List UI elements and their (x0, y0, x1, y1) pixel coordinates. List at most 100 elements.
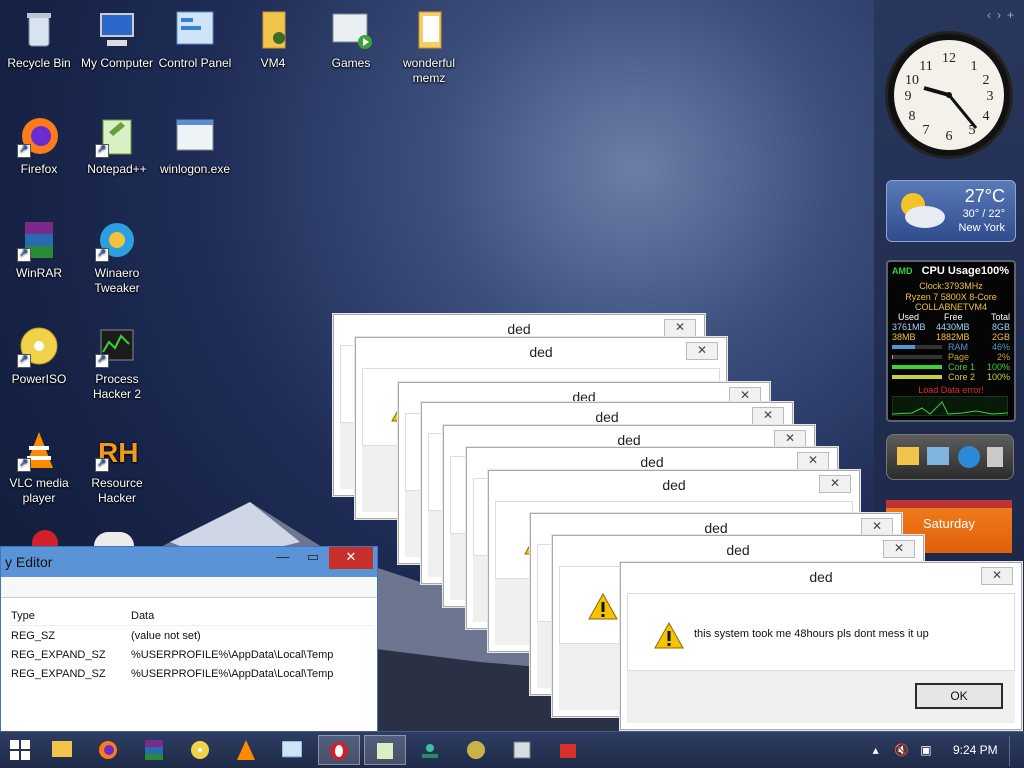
registry-editor-titlebar[interactable]: y Editor — ▭ ✕ (1, 547, 377, 577)
app-taskbar-icon[interactable] (458, 735, 494, 765)
svg-text:12: 12 (942, 51, 956, 66)
calendar-day: Saturday (922, 516, 976, 531)
table-row[interactable]: REG_EXPAND_SZ %USERPROFILE%\AppData\Loca… (9, 645, 373, 664)
dialog-message: this system took me 48hours pls dont mes… (694, 628, 929, 640)
poweriso-taskbar-icon[interactable] (182, 735, 218, 765)
close-button[interactable]: ✕ (329, 547, 373, 569)
recycle-bin-icon[interactable]: Recycle Bin (0, 8, 78, 71)
table-row[interactable]: REG_SZ (value not set) (9, 626, 373, 646)
dialog-close-button[interactable]: ✕ (664, 319, 696, 337)
partly-cloudy-icon (901, 193, 945, 228)
winlogon-exe-icon[interactable]: winlogon.exe (156, 114, 234, 177)
dialog-title: ded (662, 477, 686, 493)
column-header-type[interactable]: Type (9, 606, 129, 626)
dialog-body: this system took me 48hours pls dont mes… (627, 593, 1015, 723)
cpu-bar-value: 2% (996, 352, 1010, 362)
vlc-media-player-icon[interactable]: VLC media player (0, 428, 78, 506)
cpu-bar-value: 100% (986, 362, 1010, 372)
dialog-close-button[interactable]: ✕ (774, 430, 806, 448)
explorer-taskbar-icon[interactable] (44, 735, 80, 765)
start-button[interactable] (2, 735, 38, 765)
clock-face-icon: 12369 1245 781011 (905, 51, 994, 144)
cpu-bar-value: 46% (991, 342, 1010, 352)
games-icon[interactable]: Games (312, 8, 390, 71)
notepad-plus-plus-taskbar-icon[interactable] (364, 735, 406, 765)
cpu-title: CPU Usage (921, 265, 981, 277)
notepad-plus-plus-icon[interactable]: Notepad++ (78, 114, 156, 177)
dialog-close-button[interactable]: ✕ (883, 540, 915, 558)
table-header: Type Data (9, 606, 373, 626)
taskbar-clock[interactable]: 9:24 PM (953, 743, 998, 757)
winrar-taskbar-icon[interactable] (136, 735, 172, 765)
cpu-meter-gadget[interactable]: AMD CPU Usage100% Clock:3793MHz Ryzen 7 … (886, 260, 1016, 422)
dialog-close-button[interactable]: ✕ (752, 407, 784, 425)
cpu-graph (892, 396, 1008, 416)
firefox-icon[interactable]: Firefox (0, 114, 78, 177)
dialog-close-button[interactable]: ✕ (797, 452, 829, 470)
warning-icon (588, 593, 618, 620)
svg-text:6: 6 (946, 129, 953, 144)
registry-editor-window[interactable]: y Editor — ▭ ✕ Type Data REG_SZ (value n… (0, 546, 378, 736)
minimize-button[interactable]: — (269, 547, 297, 569)
winaero-tweaker-icon[interactable]: Winaero Tweaker (78, 218, 156, 296)
network-icon[interactable]: ▣ (920, 743, 931, 757)
my-computer-icon[interactable]: My Computer (78, 8, 156, 71)
up-arrow-partial-icon[interactable] (94, 532, 134, 546)
cpu-bar-fill (892, 365, 942, 369)
column-header-data[interactable]: Data (129, 606, 373, 626)
app-taskbar-icon[interactable] (550, 735, 586, 765)
dialog-close-button[interactable]: ✕ (819, 475, 851, 493)
dialog-close-button[interactable]: ✕ (686, 342, 718, 360)
cpu-bar-value: 100% (986, 372, 1010, 382)
cpu-error: Load Data error! (918, 385, 984, 395)
volume-muted-icon[interactable]: 🔇 (894, 743, 909, 757)
wonderful-memz-folder-icon[interactable]: wonderful memz (390, 8, 468, 86)
cpu-percent: 100% (980, 265, 1009, 277)
cpu-bar-label: Core 2 (948, 372, 976, 382)
dialog-close-button[interactable]: ✕ (861, 518, 893, 536)
svg-text:7: 7 (923, 123, 930, 138)
weather-range: 30° / 22° (962, 208, 1005, 220)
firefox-taskbar-icon[interactable] (90, 735, 126, 765)
ok-button[interactable]: OK (915, 683, 1003, 709)
opera-taskbar-icon[interactable] (318, 735, 360, 765)
address-bar[interactable] (1, 577, 377, 598)
app-taskbar-icon[interactable] (412, 735, 448, 765)
svg-text:10: 10 (905, 73, 919, 88)
dialog-title: ded (529, 344, 553, 360)
shortcut-arrow-icon (17, 246, 31, 262)
app-taskbar-icon[interactable] (504, 735, 540, 765)
poweriso-icon[interactable]: PowerISO (0, 324, 78, 387)
ded-dialog-front[interactable]: ded ✕ this system took me 48hours pls dont… (620, 562, 1022, 730)
show-hidden-icons[interactable]: ▴ (873, 743, 879, 757)
cpu-bar-fill (892, 345, 915, 349)
vlc-taskbar-icon[interactable] (228, 735, 264, 765)
weather-gadget[interactable]: 27°C 30° / 22° New York (886, 180, 1016, 242)
sidebar-controls[interactable]: ‹›+ (987, 8, 1020, 22)
vm4-folder-icon[interactable]: VM4 (234, 8, 312, 71)
cpu-bar-fill (892, 375, 942, 379)
resource-hacker-icon[interactable]: RH Resource Hacker (78, 428, 156, 506)
cpu-bar-label: RAM (948, 342, 968, 352)
dialog-title: ded (809, 569, 833, 585)
cpu-host: COLLABNETVM4 (914, 302, 988, 312)
winrar-icon[interactable]: WinRAR (0, 218, 78, 281)
cpu-bar-label: Page (948, 352, 970, 362)
cpu-bar (892, 375, 942, 379)
cpu-clock: Clock:3793MHz (919, 281, 983, 291)
table-row[interactable]: REG_EXPAND_SZ %USERPROFILE%\AppData\Loca… (9, 664, 373, 683)
process-hacker-icon[interactable]: Process Hacker 2 (78, 324, 156, 402)
show-desktop-button[interactable] (1009, 735, 1016, 766)
clock-gadget[interactable]: 12 3 6 9 1245 7 8 10 11 (888, 34, 1010, 156)
shortcut-arrow-icon (95, 352, 109, 368)
dialog-content: this system took me 48hours pls dont mes… (627, 593, 1015, 671)
control-panel-taskbar-icon[interactable] (274, 735, 310, 765)
dialog-close-button[interactable]: ✕ (981, 567, 1013, 585)
shortcut-arrow-icon (95, 456, 109, 472)
control-panel-icon[interactable]: Control Panel (156, 8, 234, 71)
values-table: Type Data REG_SZ (value not set) REG_EXP… (9, 606, 373, 683)
shortcut-arrow-icon (17, 352, 31, 368)
maximize-button[interactable]: ▭ (299, 547, 327, 569)
launcher-gadget[interactable] (886, 434, 1014, 480)
system-tray: ▴ 🔇 ▣ 9:24 PM (873, 732, 1016, 768)
